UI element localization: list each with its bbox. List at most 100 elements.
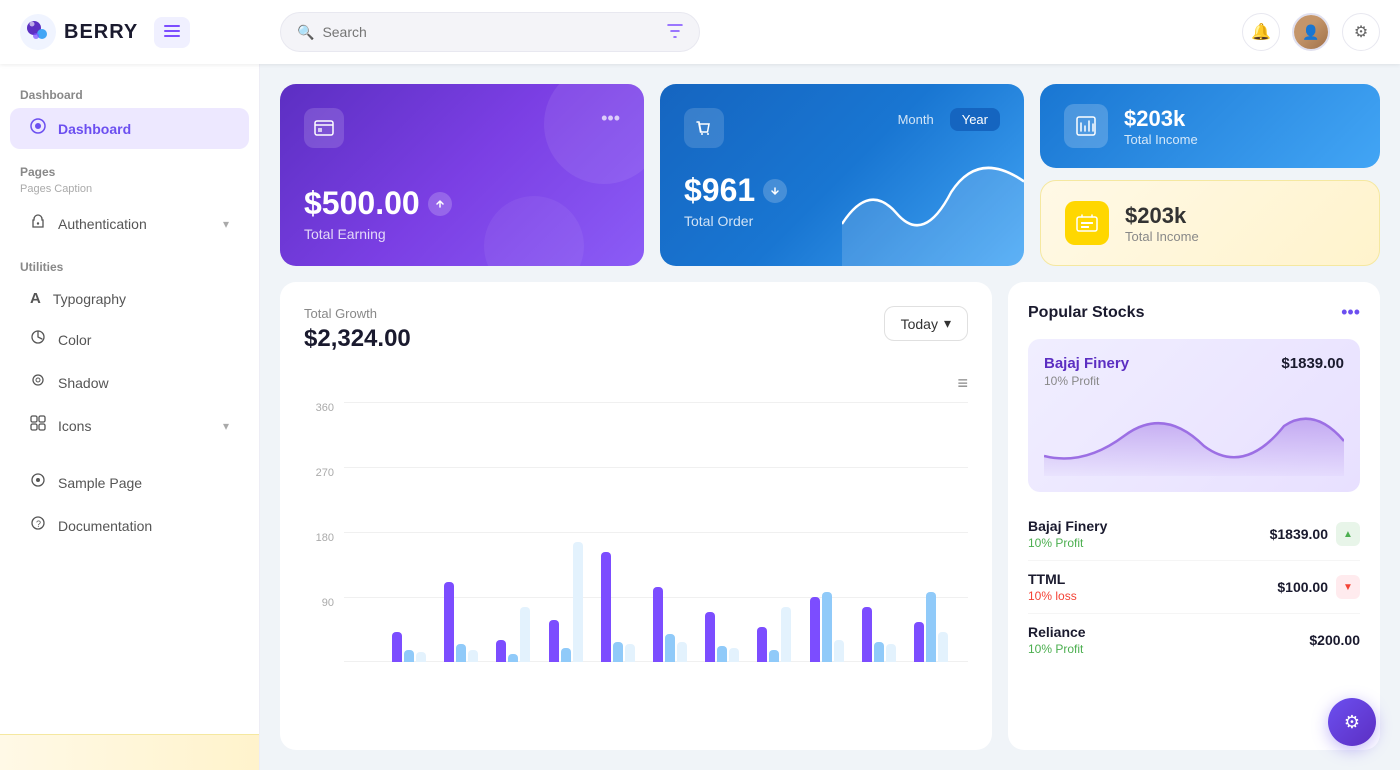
sidebar-item-icons[interactable]: Icons ▾ xyxy=(10,405,249,446)
sidebar-item-dashboard[interactable]: Dashboard xyxy=(10,108,249,149)
sidebar-item-color[interactable]: Color xyxy=(10,319,249,360)
settings-button[interactable]: ⚙ xyxy=(1342,13,1380,51)
bar-blue-8 xyxy=(769,650,779,662)
stock-right-reliance: $200.00 xyxy=(1309,632,1360,648)
sidebar-section-utilities: Utilities xyxy=(0,252,259,278)
bar-sky-1 xyxy=(416,652,426,662)
sidebar-section-pages: Pages xyxy=(0,157,259,183)
income-yellow-icon xyxy=(1065,201,1109,245)
bar-sky-8 xyxy=(781,607,791,662)
bar-group-6 xyxy=(653,587,699,662)
year-tab[interactable]: Year xyxy=(950,108,1000,131)
stock-change-bajaj: 10% Profit xyxy=(1028,536,1107,550)
bar-blue-11 xyxy=(926,592,936,662)
bar-group-7 xyxy=(705,612,751,662)
stocks-list: Bajaj Finery 10% Profit $1839.00 ▲ TTML … xyxy=(1028,508,1360,666)
svg-text:?: ? xyxy=(36,519,41,529)
bar-group-3 xyxy=(496,607,542,662)
right-cards: $203k Total Income $203k xyxy=(1040,84,1380,266)
dropdown-arrow-icon: ▾ xyxy=(944,315,951,332)
y-label-180: 180 xyxy=(304,532,340,544)
chart-menu-icon[interactable]: ≡ xyxy=(304,373,968,394)
stock-price-reliance: $200.00 xyxy=(1309,632,1360,648)
bar-blue-1 xyxy=(404,650,414,662)
featured-stock-info: Bajaj Finery 10% Profit xyxy=(1044,355,1129,388)
bar-blue-10 xyxy=(874,642,884,662)
growth-header: Total Growth $2,324.00 Today ▾ xyxy=(304,306,968,353)
featured-stock-chart xyxy=(1044,396,1344,476)
layout: Dashboard Dashboard Pages Pages Caption … xyxy=(0,64,1400,770)
bar-sky-7 xyxy=(729,648,739,662)
bar-group-1 xyxy=(392,632,438,662)
sidebar-item-icons-label: Icons xyxy=(58,418,91,434)
growth-amount: $2,324.00 xyxy=(304,325,411,353)
sidebar-item-documentation[interactable]: ? Documentation xyxy=(10,505,249,546)
bar-sky-11 xyxy=(938,632,948,662)
y-label-270: 270 xyxy=(304,467,340,479)
search-icon: 🔍 xyxy=(297,24,314,41)
bar-group-11 xyxy=(914,592,960,662)
featured-stock-price: $1839.00 xyxy=(1281,355,1344,372)
bar-purple-11 xyxy=(914,622,924,662)
stock-price-ttml: $100.00 xyxy=(1277,579,1328,595)
notification-bell-button[interactable]: 🔔 xyxy=(1242,13,1280,51)
earning-label: Total Earning xyxy=(304,226,620,242)
search-filter-button[interactable] xyxy=(667,24,683,41)
income-blue-card: $203k Total Income xyxy=(1040,84,1380,168)
stock-name-bajaj: Bajaj Finery xyxy=(1028,518,1107,534)
featured-stock-top: Bajaj Finery 10% Profit $1839.00 xyxy=(1044,355,1344,388)
earning-card-menu[interactable]: ••• xyxy=(601,108,620,129)
search-input[interactable] xyxy=(322,24,659,40)
sidebar-section-dashboard: Dashboard xyxy=(0,80,259,106)
sidebar-item-shadow-label: Shadow xyxy=(58,375,109,391)
bar-sky-9 xyxy=(834,640,844,662)
stock-info-reliance: Reliance 10% Profit xyxy=(1028,624,1086,656)
today-filter-button[interactable]: Today ▾ xyxy=(884,306,968,341)
stocks-title: Popular Stocks xyxy=(1028,304,1144,322)
hamburger-button[interactable] xyxy=(154,17,190,48)
income-yellow-card: $203k Total Income xyxy=(1040,180,1380,266)
bar-blue-9 xyxy=(822,592,832,662)
avatar[interactable]: 👤 xyxy=(1292,13,1330,51)
featured-stock-card: Bajaj Finery 10% Profit $1839.00 xyxy=(1028,339,1360,492)
bar-group-2 xyxy=(444,582,490,662)
avatar-inner: 👤 xyxy=(1294,15,1328,49)
bar-purple-9 xyxy=(810,597,820,662)
bar-purple-7 xyxy=(705,612,715,662)
typography-icon: A xyxy=(30,290,41,307)
month-tab[interactable]: Month xyxy=(886,108,946,131)
bar-purple-6 xyxy=(653,587,663,662)
stock-right-ttml: $100.00 ▼ xyxy=(1277,575,1360,599)
fab-gear-icon: ⚙ xyxy=(1344,712,1360,733)
sidebar-item-dashboard-label: Dashboard xyxy=(58,121,131,137)
bar-purple-4 xyxy=(549,620,559,662)
sidebar-item-shadow[interactable]: Shadow xyxy=(10,362,249,403)
auth-icon xyxy=(30,213,46,234)
chevron-down-icon: ▾ xyxy=(223,217,229,231)
earning-amount-row: $500.00 Total Earning xyxy=(304,185,620,242)
bottom-row: Total Growth $2,324.00 Today ▾ ≡ 360 270 xyxy=(280,282,1380,750)
main-content: ••• $500.00 Total Earning xyxy=(260,64,1400,770)
bar-blue-5 xyxy=(613,642,623,662)
y-axis-labels: 360 270 180 90 xyxy=(304,402,340,662)
stocks-menu-icon[interactable]: ••• xyxy=(1341,302,1360,323)
chart-bars-area xyxy=(384,402,968,662)
bar-group-8 xyxy=(757,607,803,662)
stock-row-reliance: Reliance 10% Profit $200.00 xyxy=(1028,614,1360,666)
fab-settings-button[interactable]: ⚙ xyxy=(1328,698,1376,746)
sidebar-item-typography-label: Typography xyxy=(53,291,126,307)
header-right: 🔔 👤 ⚙ xyxy=(1242,13,1380,51)
logo-icon xyxy=(20,14,56,50)
growth-title: Total Growth xyxy=(304,306,411,321)
sidebar-item-authentication[interactable]: Authentication ▾ xyxy=(10,203,249,244)
bar-group-5 xyxy=(601,552,647,662)
income-yellow-amount: $203k xyxy=(1125,203,1199,229)
bar-purple-3 xyxy=(496,640,506,662)
order-trend-icon xyxy=(763,179,787,203)
sidebar-item-sample-page[interactable]: Sample Page xyxy=(10,462,249,503)
trend-up-icon-bajaj: ▲ xyxy=(1336,522,1360,546)
chevron-icons-icon: ▾ xyxy=(223,419,229,433)
sidebar-item-typography[interactable]: A Typography xyxy=(10,280,249,317)
bar-group-4 xyxy=(549,542,595,662)
sidebar-item-sample-label: Sample Page xyxy=(58,475,142,491)
